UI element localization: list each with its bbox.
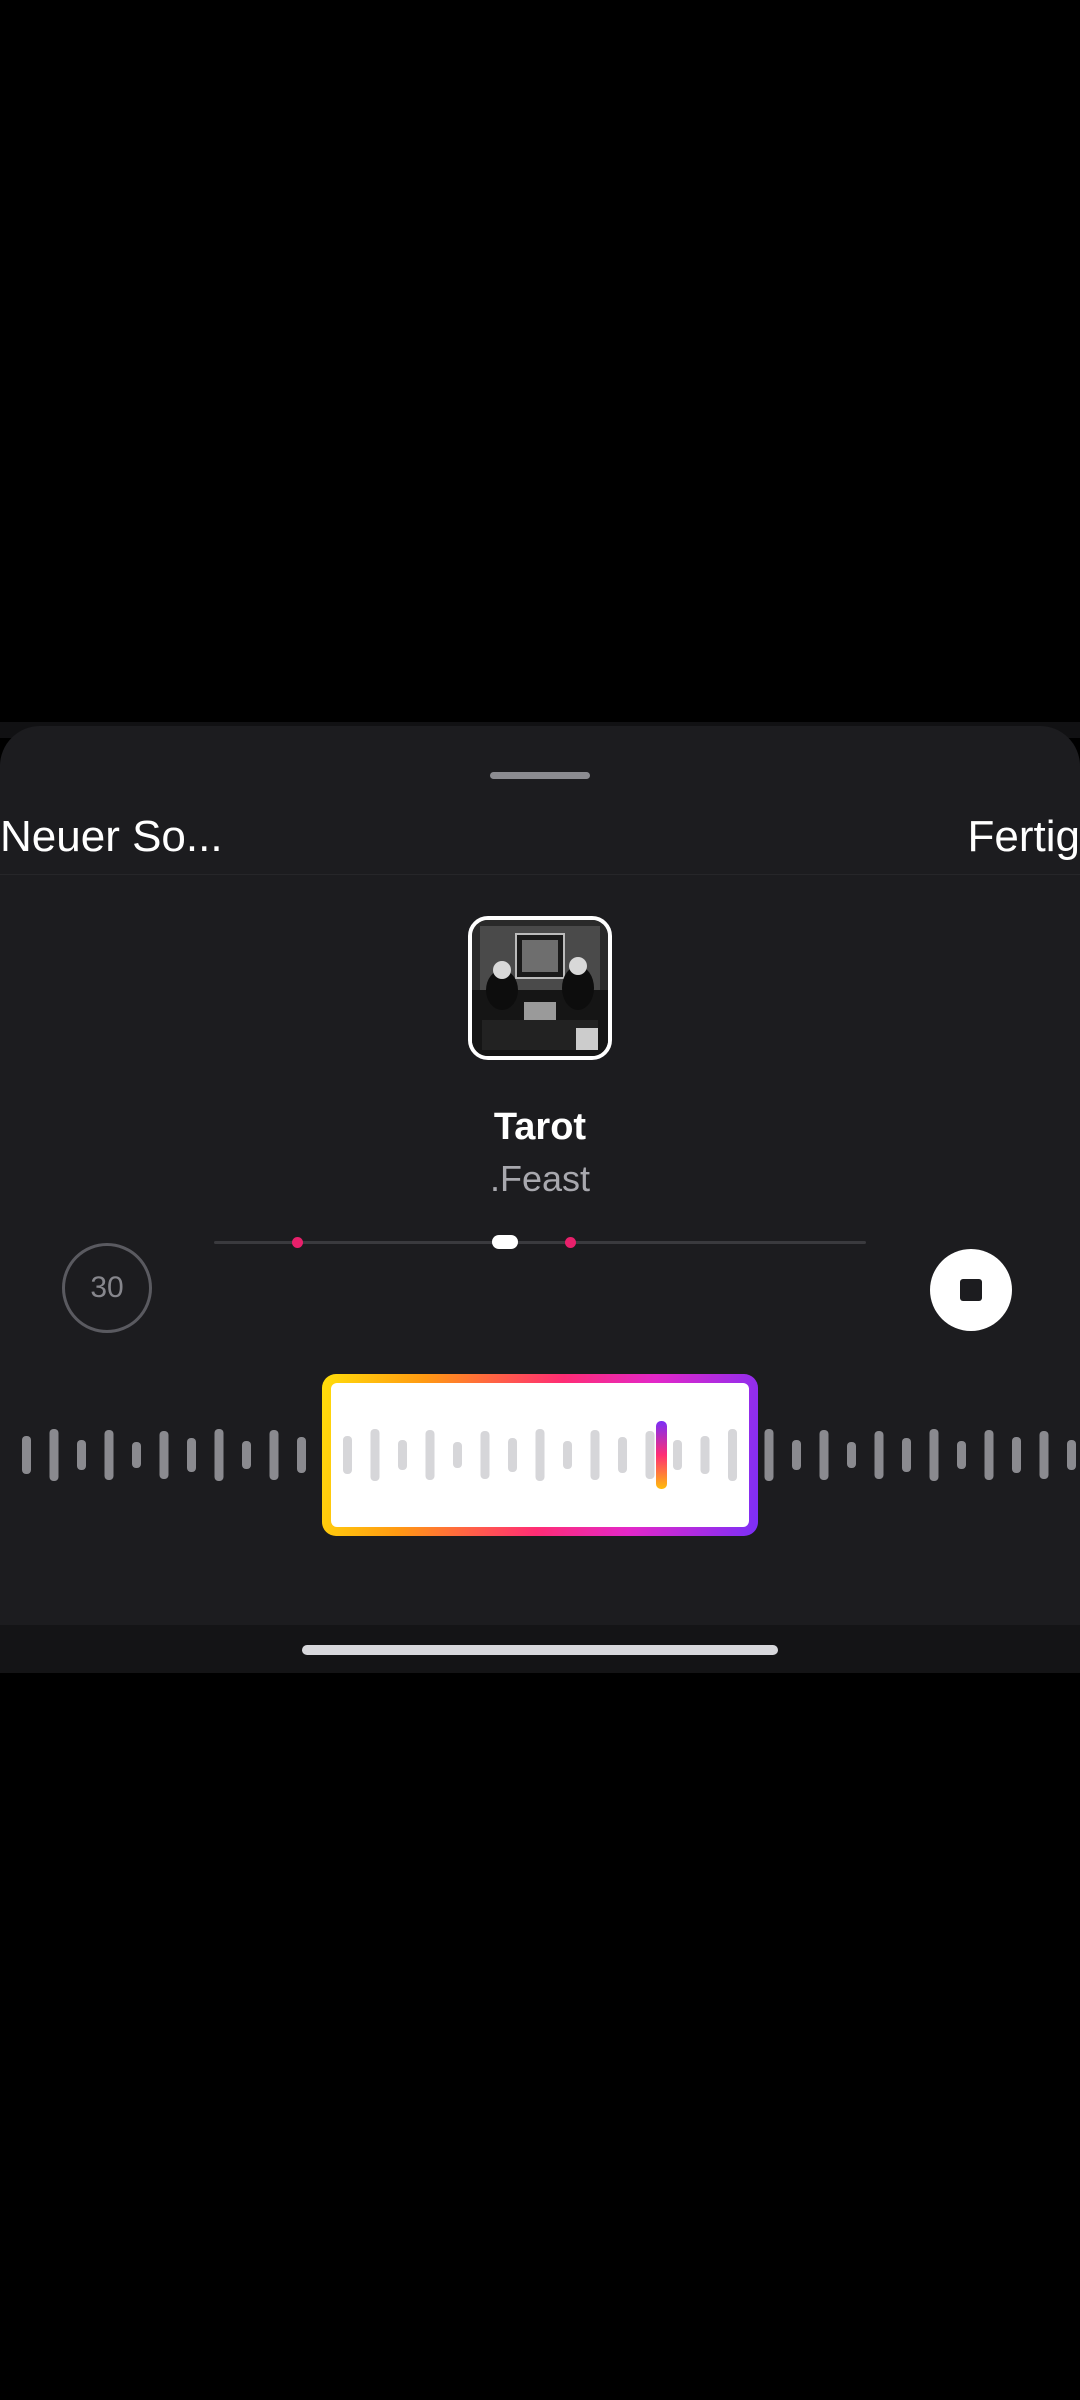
sheet-grabber[interactable] xyxy=(490,772,590,779)
waveform-bar xyxy=(132,1442,141,1468)
clip-waveform-bar xyxy=(590,1430,600,1480)
waveform-bar xyxy=(77,1440,86,1470)
waveform-bar xyxy=(297,1437,306,1473)
clip-waveform-bar xyxy=(673,1440,682,1470)
waveform-bar xyxy=(819,1430,829,1480)
waveform-bar xyxy=(764,1429,774,1481)
waveform-bar xyxy=(159,1431,169,1479)
waveform-bar xyxy=(214,1429,224,1481)
clip-waveform-bar xyxy=(535,1429,545,1481)
waveform-bar xyxy=(1067,1440,1076,1470)
clip-waveform-bar xyxy=(398,1440,407,1470)
waveform-bar xyxy=(902,1438,911,1472)
done-button[interactable]: Fertig xyxy=(968,812,1080,862)
clip-waveform-bar xyxy=(453,1442,462,1468)
waveform-bar xyxy=(929,1429,939,1481)
song-artist: .Feast xyxy=(489,1158,591,1199)
clip-selector[interactable] xyxy=(322,1374,758,1536)
progress-marker-end xyxy=(565,1237,576,1248)
clip-selector-window xyxy=(331,1383,749,1527)
waveform-bar xyxy=(104,1430,114,1480)
waveform-bar xyxy=(269,1430,279,1480)
waveform-bar xyxy=(49,1429,59,1481)
playhead xyxy=(656,1421,667,1489)
song-title: Tarot xyxy=(493,1106,587,1148)
clip-waveform-bar xyxy=(343,1436,352,1474)
waveform-bar xyxy=(187,1438,196,1472)
clip-waveform-bar xyxy=(480,1431,490,1479)
album-cover xyxy=(468,916,612,1060)
clip-waveform-bar xyxy=(700,1436,710,1474)
clip-waveform-bar xyxy=(563,1441,572,1469)
header-divider xyxy=(0,874,1080,875)
waveform-bar xyxy=(984,1430,994,1480)
progress-track[interactable] xyxy=(214,1241,866,1244)
waveform-bar xyxy=(874,1431,884,1479)
waveform-bar xyxy=(22,1436,31,1474)
stop-button[interactable] xyxy=(930,1249,1012,1331)
waveform-bar xyxy=(242,1441,251,1469)
home-indicator[interactable] xyxy=(302,1645,778,1655)
stop-icon xyxy=(960,1279,982,1301)
waveform-bar xyxy=(957,1441,966,1469)
waveform-bar xyxy=(847,1442,856,1468)
clip-waveform-bar xyxy=(370,1429,380,1481)
clip-waveform-bar xyxy=(618,1437,627,1473)
clip-waveform-bar xyxy=(508,1438,517,1472)
new-song-button[interactable]: Neuer So... xyxy=(0,812,223,862)
clip-waveform-bar xyxy=(728,1429,737,1481)
duration-selector[interactable]: 30 xyxy=(62,1243,152,1333)
waveform-bar xyxy=(1039,1431,1049,1479)
progress-marker-start xyxy=(292,1237,303,1248)
album-cover-image xyxy=(472,920,608,1056)
clip-waveform-bar xyxy=(425,1430,435,1480)
waveform-bar xyxy=(792,1440,801,1470)
progress-handle[interactable] xyxy=(492,1235,518,1249)
waveform-bar xyxy=(1012,1437,1021,1473)
clip-waveform-bar xyxy=(645,1431,655,1479)
